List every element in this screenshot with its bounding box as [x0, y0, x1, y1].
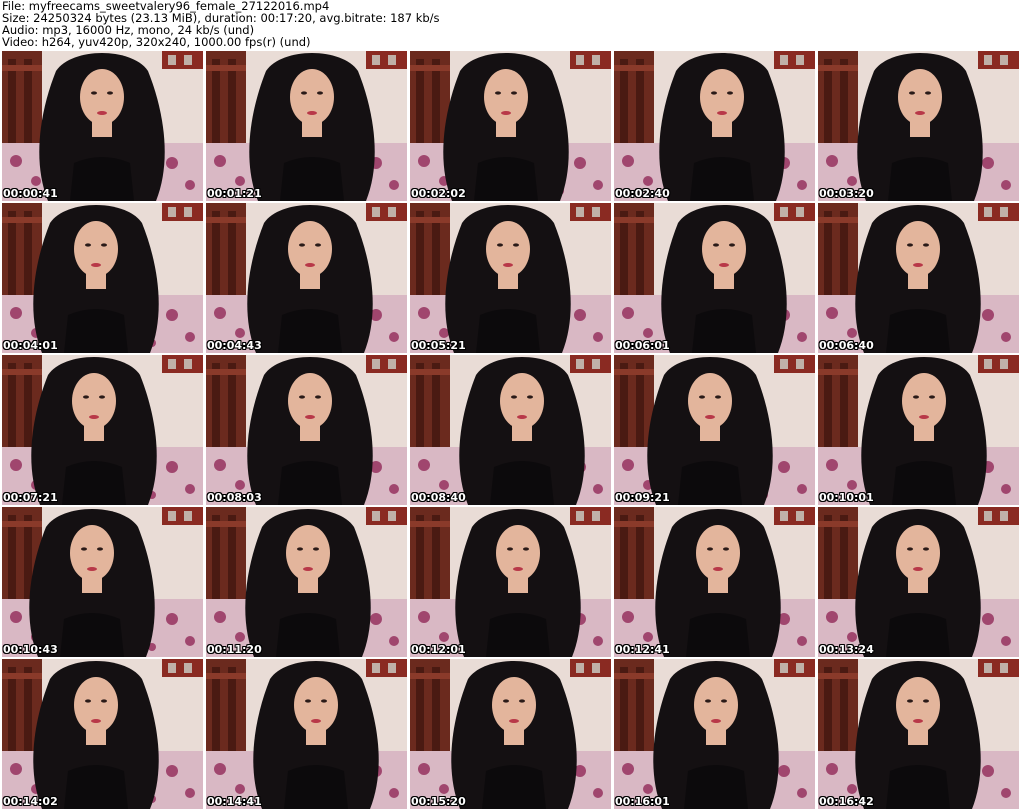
video-frame-thumbnail: 00:03:20	[818, 51, 1019, 201]
frame-timestamp: 00:06:40	[819, 339, 874, 352]
frame-image	[818, 659, 1019, 809]
frame-image	[206, 203, 407, 353]
frame-timestamp: 00:08:03	[207, 491, 262, 504]
video-frame-thumbnail: 00:12:01	[410, 507, 611, 657]
frame-image	[614, 659, 815, 809]
video-frame-thumbnail: 00:11:20	[206, 507, 407, 657]
video-frame-thumbnail: 00:06:40	[818, 203, 1019, 353]
frame-timestamp: 00:14:02	[3, 795, 58, 808]
video-frame-thumbnail: 00:06:01	[614, 203, 815, 353]
frame-timestamp: 00:04:01	[3, 339, 58, 352]
frame-timestamp: 00:07:21	[3, 491, 58, 504]
video-frame-thumbnail: 00:16:42	[818, 659, 1019, 809]
frame-image	[410, 507, 611, 657]
frame-image	[614, 203, 815, 353]
frame-image	[410, 203, 611, 353]
video-frame-thumbnail: 00:13:24	[818, 507, 1019, 657]
video-frame-thumbnail: 00:09:21	[614, 355, 815, 505]
video-info-line: Video: h264, yuv420p, 320x240, 1000.00 f…	[2, 35, 311, 49]
video-frame-thumbnail: 00:01:21	[206, 51, 407, 201]
frame-image	[818, 507, 1019, 657]
frame-timestamp: 00:05:21	[411, 339, 466, 352]
frame-image	[818, 203, 1019, 353]
frame-image	[2, 507, 203, 657]
frame-timestamp: 00:16:42	[819, 795, 874, 808]
video-frame-thumbnail: 00:15:20	[410, 659, 611, 809]
frame-image	[206, 659, 407, 809]
frame-timestamp: 00:00:41	[3, 187, 58, 200]
frame-image	[2, 203, 203, 353]
video-frame-thumbnail: 00:07:21	[2, 355, 203, 505]
frame-image	[2, 51, 203, 201]
video-frame-thumbnail: 00:10:01	[818, 355, 1019, 505]
video-frame-thumbnail: 00:08:40	[410, 355, 611, 505]
video-frame-thumbnail: 00:02:02	[410, 51, 611, 201]
frame-timestamp: 00:13:24	[819, 643, 874, 656]
video-frame-thumbnail: 00:05:21	[410, 203, 611, 353]
frame-timestamp: 00:02:40	[615, 187, 670, 200]
frame-image	[206, 507, 407, 657]
frame-timestamp: 00:03:20	[819, 187, 874, 200]
video-frame-thumbnail: 00:12:41	[614, 507, 815, 657]
video-frame-thumbnail: 00:08:03	[206, 355, 407, 505]
frame-image	[2, 659, 203, 809]
frame-timestamp: 00:12:41	[615, 643, 670, 656]
video-frame-thumbnail: 00:04:43	[206, 203, 407, 353]
frame-image	[818, 355, 1019, 505]
frame-timestamp: 00:04:43	[207, 339, 262, 352]
frame-image	[614, 507, 815, 657]
video-frame-thumbnail: 00:14:02	[2, 659, 203, 809]
video-frame-thumbnail: 00:16:01	[614, 659, 815, 809]
frame-timestamp: 00:06:01	[615, 339, 670, 352]
frame-image	[410, 659, 611, 809]
frame-timestamp: 00:01:21	[207, 187, 262, 200]
frame-timestamp: 00:14:41	[207, 795, 262, 808]
frame-timestamp: 00:10:01	[819, 491, 874, 504]
frame-timestamp: 00:15:20	[411, 795, 466, 808]
frame-image	[410, 355, 611, 505]
video-frame-thumbnail: 00:00:41	[2, 51, 203, 201]
frame-timestamp: 00:12:01	[411, 643, 466, 656]
thumbnail-grid: 00:00:41 00:01:21 00:02:02 00:02:40 00:0…	[2, 51, 1022, 811]
file-info-header: File: myfreecams_sweetvalery96_female_27…	[2, 0, 1020, 50]
video-frame-thumbnail: 00:02:40	[614, 51, 815, 201]
frame-image	[818, 51, 1019, 201]
frame-image	[614, 51, 815, 201]
frame-timestamp: 00:09:21	[615, 491, 670, 504]
frame-timestamp: 00:10:43	[3, 643, 58, 656]
video-frame-thumbnail: 00:14:41	[206, 659, 407, 809]
frame-image	[2, 355, 203, 505]
frame-timestamp: 00:16:01	[615, 795, 670, 808]
frame-image	[206, 51, 407, 201]
video-frame-thumbnail: 00:04:01	[2, 203, 203, 353]
frame-timestamp: 00:08:40	[411, 491, 466, 504]
frame-image	[410, 51, 611, 201]
frame-timestamp: 00:02:02	[411, 187, 466, 200]
frame-image	[206, 355, 407, 505]
video-frame-thumbnail: 00:10:43	[2, 507, 203, 657]
frame-image	[614, 355, 815, 505]
frame-timestamp: 00:11:20	[207, 643, 262, 656]
